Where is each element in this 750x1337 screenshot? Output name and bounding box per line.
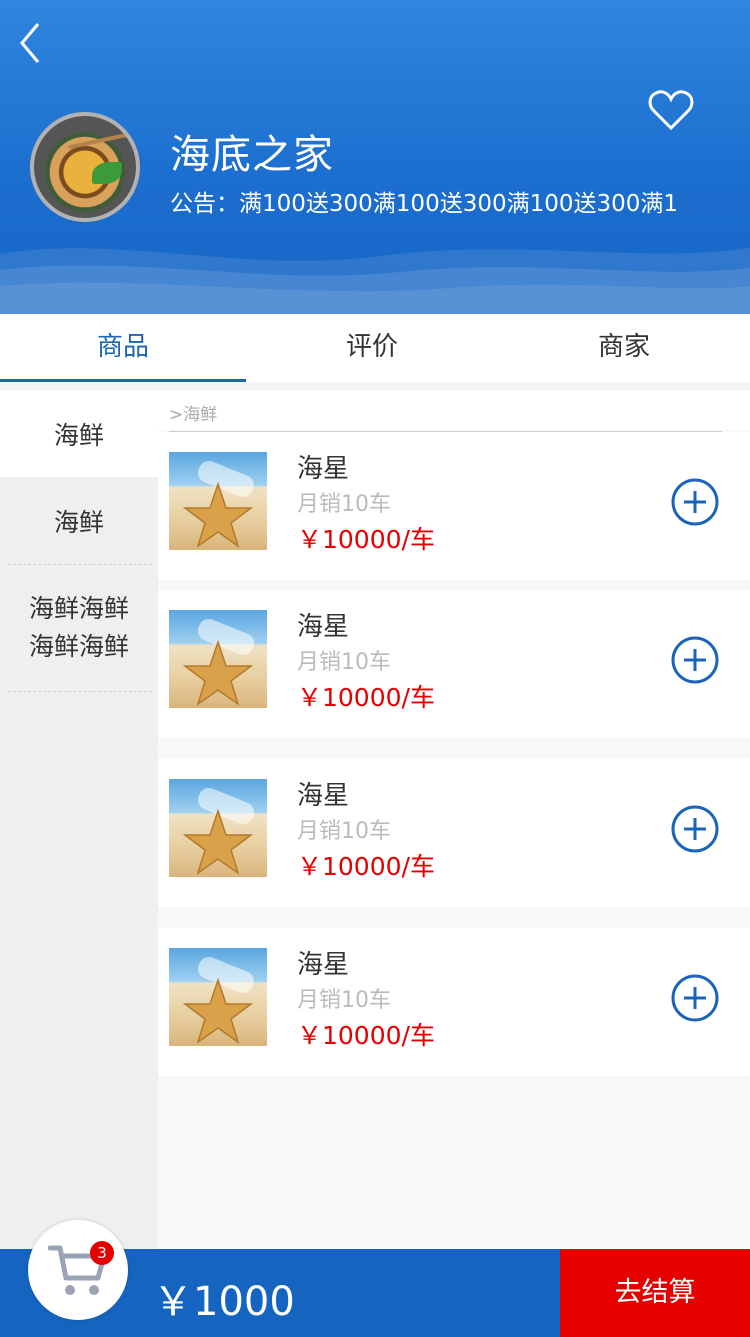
product-image bbox=[169, 779, 267, 877]
product-sales: 月销10车 bbox=[297, 650, 391, 675]
product-price: ￥10000/车 bbox=[297, 852, 435, 881]
plus-circle-icon[interactable] bbox=[670, 804, 720, 854]
product-price: ￥10000/车 bbox=[297, 525, 435, 554]
category-header: >海鲜 bbox=[158, 390, 750, 430]
product-sales: 月销10车 bbox=[297, 988, 391, 1013]
product-list: >海鲜 海星 月销10车 ￥10000/车 海星 月销10车 ￥10000/车 bbox=[158, 390, 750, 1249]
checkout-button[interactable]: 去结算 bbox=[560, 1249, 750, 1337]
plus-circle-icon[interactable] bbox=[670, 973, 720, 1023]
sidebar-item-seafood-2[interactable]: 海鲜 bbox=[0, 477, 158, 564]
sidebar-item-seafood-3[interactable]: 海鲜海鲜海鲜海鲜 bbox=[0, 565, 158, 691]
shop-header: 海底之家 公告：满100送300满100送300满100送300满1 bbox=[0, 0, 750, 314]
sidebar-item-label: 海鲜海鲜海鲜海鲜 bbox=[28, 594, 129, 661]
product-sales: 月销10车 bbox=[297, 492, 391, 517]
sidebar-item-seafood[interactable]: 海鲜 bbox=[0, 390, 158, 477]
back-button[interactable] bbox=[14, 20, 50, 66]
category-sidebar: 海鲜 海鲜 海鲜海鲜海鲜海鲜 bbox=[0, 390, 158, 1249]
product-name: 海星 bbox=[297, 612, 350, 642]
sidebar-divider bbox=[8, 691, 152, 692]
plus-circle-icon[interactable] bbox=[670, 477, 720, 527]
product-image bbox=[169, 452, 267, 550]
cart-button[interactable] bbox=[28, 1220, 128, 1320]
product-price: ￥10000/车 bbox=[297, 683, 435, 712]
product-image bbox=[169, 948, 267, 1046]
wave-decoration bbox=[0, 248, 750, 314]
product-card[interactable]: 海星 月销10车 ￥10000/车 bbox=[158, 928, 750, 1076]
shop-avatar bbox=[30, 112, 140, 222]
product-name: 海星 bbox=[297, 950, 350, 980]
product-name: 海星 bbox=[297, 454, 350, 484]
tab-bar: 商品 评价 商家 bbox=[0, 314, 750, 382]
shop-name: 海底之家 bbox=[170, 132, 334, 178]
plus-circle-icon[interactable] bbox=[670, 635, 720, 685]
product-name: 海星 bbox=[297, 781, 350, 811]
product-image bbox=[169, 610, 267, 708]
heart-outline-icon bbox=[648, 90, 694, 131]
tab-products[interactable]: 商品 bbox=[0, 314, 246, 382]
cart-total: ￥1000 bbox=[153, 1279, 295, 1325]
chevron-left-icon bbox=[20, 23, 40, 63]
shop-notice: 公告：满100送300满100送300满100送300满1 bbox=[170, 191, 679, 217]
tab-merchant[interactable]: 商家 bbox=[498, 314, 750, 382]
cart-count-badge: 3 bbox=[90, 1241, 114, 1265]
product-card[interactable]: 海星 月销10车 ￥10000/车 bbox=[158, 759, 750, 907]
product-card[interactable]: 海星 月销10车 ￥10000/车 bbox=[158, 590, 750, 738]
product-card[interactable]: 海星 月销10车 ￥10000/车 bbox=[158, 432, 750, 580]
category-breadcrumb: >海鲜 bbox=[169, 405, 218, 425]
favorite-button[interactable] bbox=[648, 88, 694, 132]
product-sales: 月销10车 bbox=[297, 819, 391, 844]
tab-reviews[interactable]: 评价 bbox=[246, 314, 498, 382]
product-price: ￥10000/车 bbox=[297, 1021, 435, 1050]
